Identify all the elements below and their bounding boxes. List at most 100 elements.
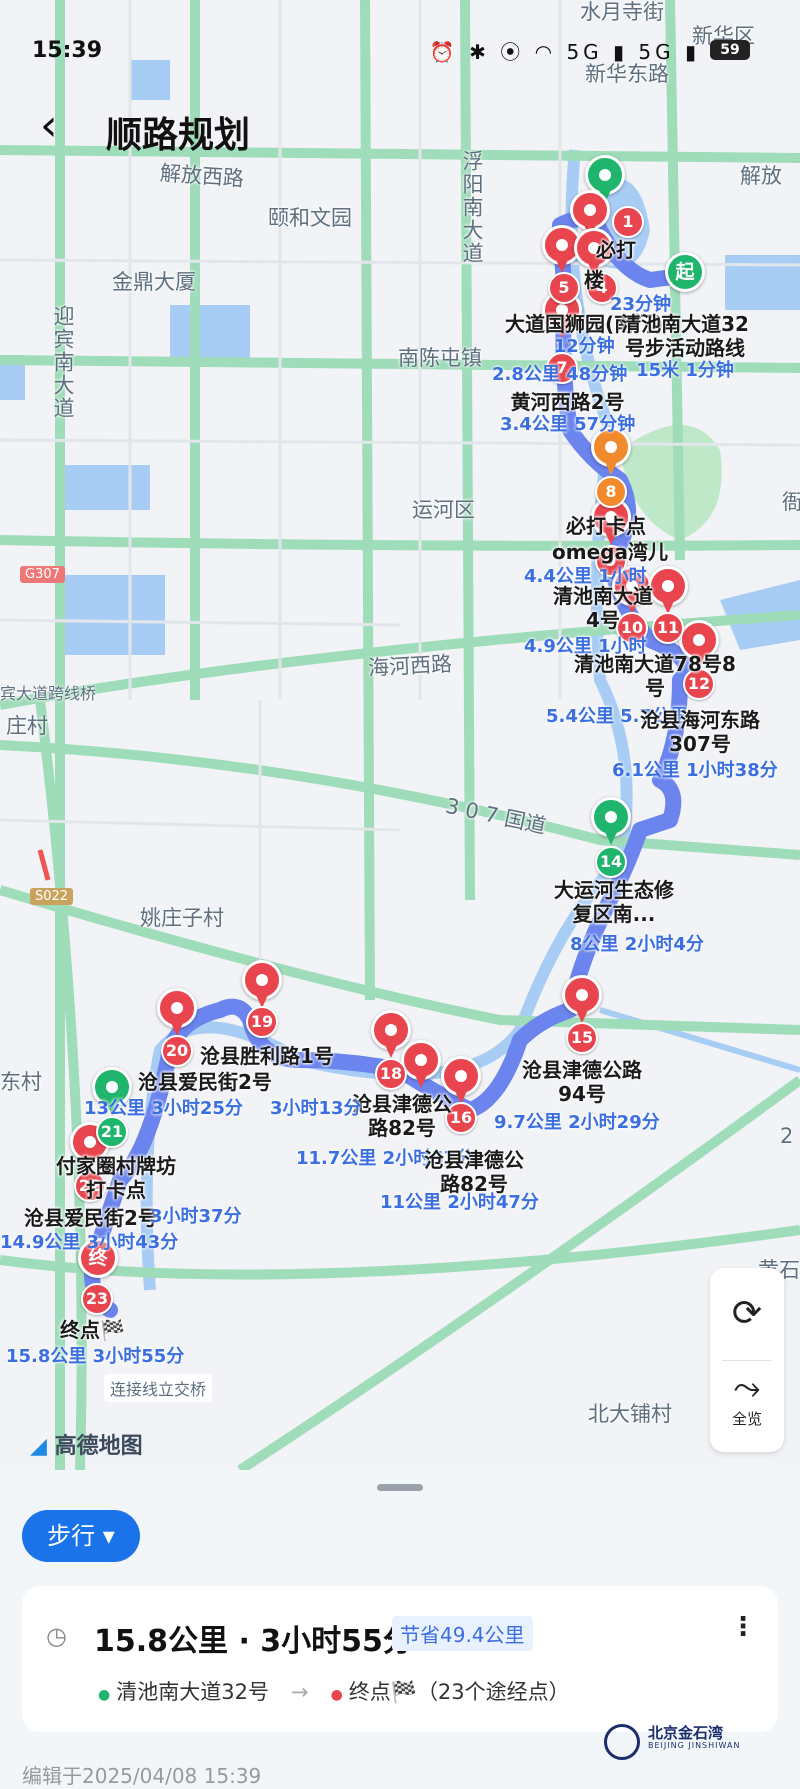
label-dist-14-9: 14.9公里 3小时43分 (0, 1232, 179, 1253)
label-fu-village: 付家圈村牌坊打卡点 (56, 1154, 176, 1202)
travel-mode-label: 步行 (47, 1522, 96, 1550)
label-dist-8: 8公里 2小时4分 (570, 934, 704, 955)
label-dist-6-1: 6.1公里 1小时38分 (612, 760, 778, 781)
label-dist-3h37: 3小时37分 (150, 1206, 242, 1227)
label-aimin-a: 沧县爱民街2号 (138, 1070, 272, 1094)
waypoint-num-8[interactable]: 8 (595, 476, 627, 508)
map-label-nanchentun: 南陈屯镇 (398, 346, 482, 370)
end-dot-icon: ● (330, 1687, 343, 1703)
label-jinde-94: 沧县津德公路94号 (522, 1058, 642, 1106)
water-area (170, 305, 250, 360)
label-dist-2-8: 2.8公里 48分钟 (492, 364, 628, 385)
page-title: 顺路规划 (106, 115, 251, 156)
map-canvas[interactable]: 水月寺街 新华区 新华东路 解放西路 解放 颐和文园 浮阳南大道 金鼎大厦 迎宾… (0, 0, 800, 1470)
waypoint-num-18[interactable]: 18 (375, 1058, 407, 1090)
more-options-icon[interactable]: ⋮ (730, 1612, 756, 1642)
waypoint-pin-15[interactable] (562, 975, 602, 1025)
amap-logo: ◢ 高德地图 (30, 1428, 143, 1460)
sheet-drag-handle[interactable] (377, 1484, 423, 1491)
map-badge-s022: S022 (30, 888, 74, 905)
chevron-left-icon: ‹ (40, 100, 58, 151)
brand-sub: BEIJING JINSHIWAN (648, 1740, 741, 1750)
savings-badge: 节省49.4公里 (392, 1616, 533, 1651)
route-to: 终点🏁 (348, 1680, 417, 1704)
label-dist-11: 11公里 2小时47分 (380, 1192, 539, 1213)
waypoint-pin-20[interactable] (157, 988, 197, 1038)
map-label-haihe-west: 海河西路 (367, 651, 453, 681)
waypoint-num-20[interactable]: 20 (161, 1035, 193, 1067)
waypoint-pin-19[interactable] (242, 960, 282, 1010)
label-end: 终点🏁 (60, 1318, 125, 1342)
amap-logo-text: 高德地图 (54, 1434, 143, 1459)
map-label-right-edge: 衙 (782, 490, 800, 514)
amap-logo-icon: ◢ (30, 1434, 47, 1459)
route-summary-card[interactable]: ◷ 15.8公里 · 3小时55分 节省49.4公里 ⋮ ● 清池南大道32号 → ●… (22, 1586, 778, 1732)
clock-icon: ◷ (46, 1622, 67, 1650)
bottom-sheet: 步行 ▾ ◷ 15.8公里 · 3小时55分 节省49.4公里 ⋮ ● 清池南大道… (0, 1470, 800, 1788)
label-qingchi-32: 清池南大道32号步活动路线 15米 1分钟 (621, 312, 749, 381)
label-huanghe: 黄河西路2号 3.4公里 57分钟 (500, 390, 636, 435)
map-label-dongcun: 东村 (0, 1070, 42, 1094)
start-flag[interactable]: 起 (665, 252, 705, 292)
brand-watermark: 北京金石湾 BEIJING JINSHIWAN (604, 1724, 741, 1760)
map-label-jiefang-west: 解放西路 (159, 161, 245, 191)
waypoint-pin-18[interactable] (371, 1010, 411, 1060)
route-endpoints: ● 清池南大道32号 → ● 终点🏁（23个途经点） (98, 1676, 570, 1706)
waypoint-num-1[interactable]: 1 (612, 206, 644, 238)
label-dist-3h13: 3小时13分 (270, 1098, 362, 1119)
start-dot-icon: ● (98, 1687, 111, 1703)
map-label-yingbin: 迎宾南大道 (51, 305, 75, 420)
waypoint-num-21[interactable]: 21 (96, 1116, 128, 1148)
waypoint-num-15[interactable]: 15 (566, 1022, 598, 1054)
map-label-beidapu: 北大铺村 (588, 1402, 672, 1426)
waypoint-num-5[interactable]: 5 (548, 272, 580, 304)
map-label-yunhe: 运河区 (412, 498, 475, 522)
stop-count: （23个途经点） (416, 1680, 570, 1704)
status-time: 15:39 (32, 38, 103, 63)
map-label-right-2: 2 (780, 1124, 794, 1148)
back-button[interactable]: ‹ (40, 104, 80, 150)
label-qingchi-78: 清池南大道78号8号 (574, 652, 736, 700)
brand-name: 北京金石湾 (648, 1724, 724, 1742)
map-label-jinding: 金鼎大厦 (112, 270, 196, 294)
brand-logo-icon (604, 1724, 640, 1760)
map-label-lianjie: 连接线立交桥 (104, 1374, 213, 1402)
water-area (55, 575, 165, 655)
map-badge-g307: G307 (20, 566, 65, 583)
route-summary: 15.8公里 · 3小时55分 (94, 1624, 413, 1659)
waypoint-num-14[interactable]: 14 (595, 846, 627, 878)
map-label-jiefang-right: 解放 (740, 164, 782, 188)
label-dist-3h25: 13公里 3小时25分 (84, 1098, 243, 1119)
label-bidaka-top: 必打 (596, 238, 636, 262)
route-from: 清池南大道32号 (116, 1680, 269, 1704)
overview-button[interactable]: ⤳ 全览 (710, 1368, 784, 1448)
label-omega: omega湾儿 (552, 540, 668, 564)
refresh-icon[interactable]: ⟳ (710, 1268, 784, 1360)
travel-mode-dropdown[interactable]: 步行 ▾ (22, 1510, 140, 1562)
map-label-bridge: 宾大道跨线桥 (0, 684, 97, 703)
waypoint-num-23[interactable]: 23 (81, 1283, 113, 1315)
label-end-dist: 15.8公里 3小时55分 (6, 1346, 185, 1367)
status-bar: 15:39 ⏰ ✱ ⦿ ◠ 5G ▮ 5G ▮ 59 (0, 0, 800, 100)
label-shengli: 沧县胜利路1号 (200, 1044, 334, 1068)
label-dist-9-7: 9.7公里 2小时29分 (494, 1112, 660, 1133)
arrow-right-icon: → (290, 1680, 309, 1704)
map-controls: ⟳ ⤳ 全览 (710, 1268, 784, 1452)
status-icons: ⏰ ✱ ⦿ ◠ 5G ▮ 5G ▮ (429, 40, 700, 64)
label-jinde-82b: 沧县津德公路82号 (424, 1148, 524, 1196)
label-jinde-82: 沧县津德公路82号 (352, 1092, 452, 1140)
map-label-fuyang: 浮阳南大道 (460, 150, 484, 265)
battery-icon: 59 (710, 40, 750, 60)
road-segment (37, 849, 51, 881)
label-bidaka-point: 必打卡点 (566, 514, 646, 538)
route-overview-icon: ⤳ (733, 1368, 761, 1408)
water-area (60, 465, 150, 510)
controls-divider (722, 1360, 772, 1361)
waypoint-num-19[interactable]: 19 (246, 1006, 278, 1038)
label-aimin-b: 沧县爱民街2号 (24, 1206, 158, 1230)
waypoint-pin-14[interactable] (591, 797, 631, 847)
overview-label: 全览 (731, 1410, 762, 1428)
label-yunhe-eco: 大运河生态修复区南... (554, 878, 674, 926)
label-top-lou: 楼 (584, 268, 604, 292)
map-label-yihe: 颐和文园 (268, 206, 352, 230)
